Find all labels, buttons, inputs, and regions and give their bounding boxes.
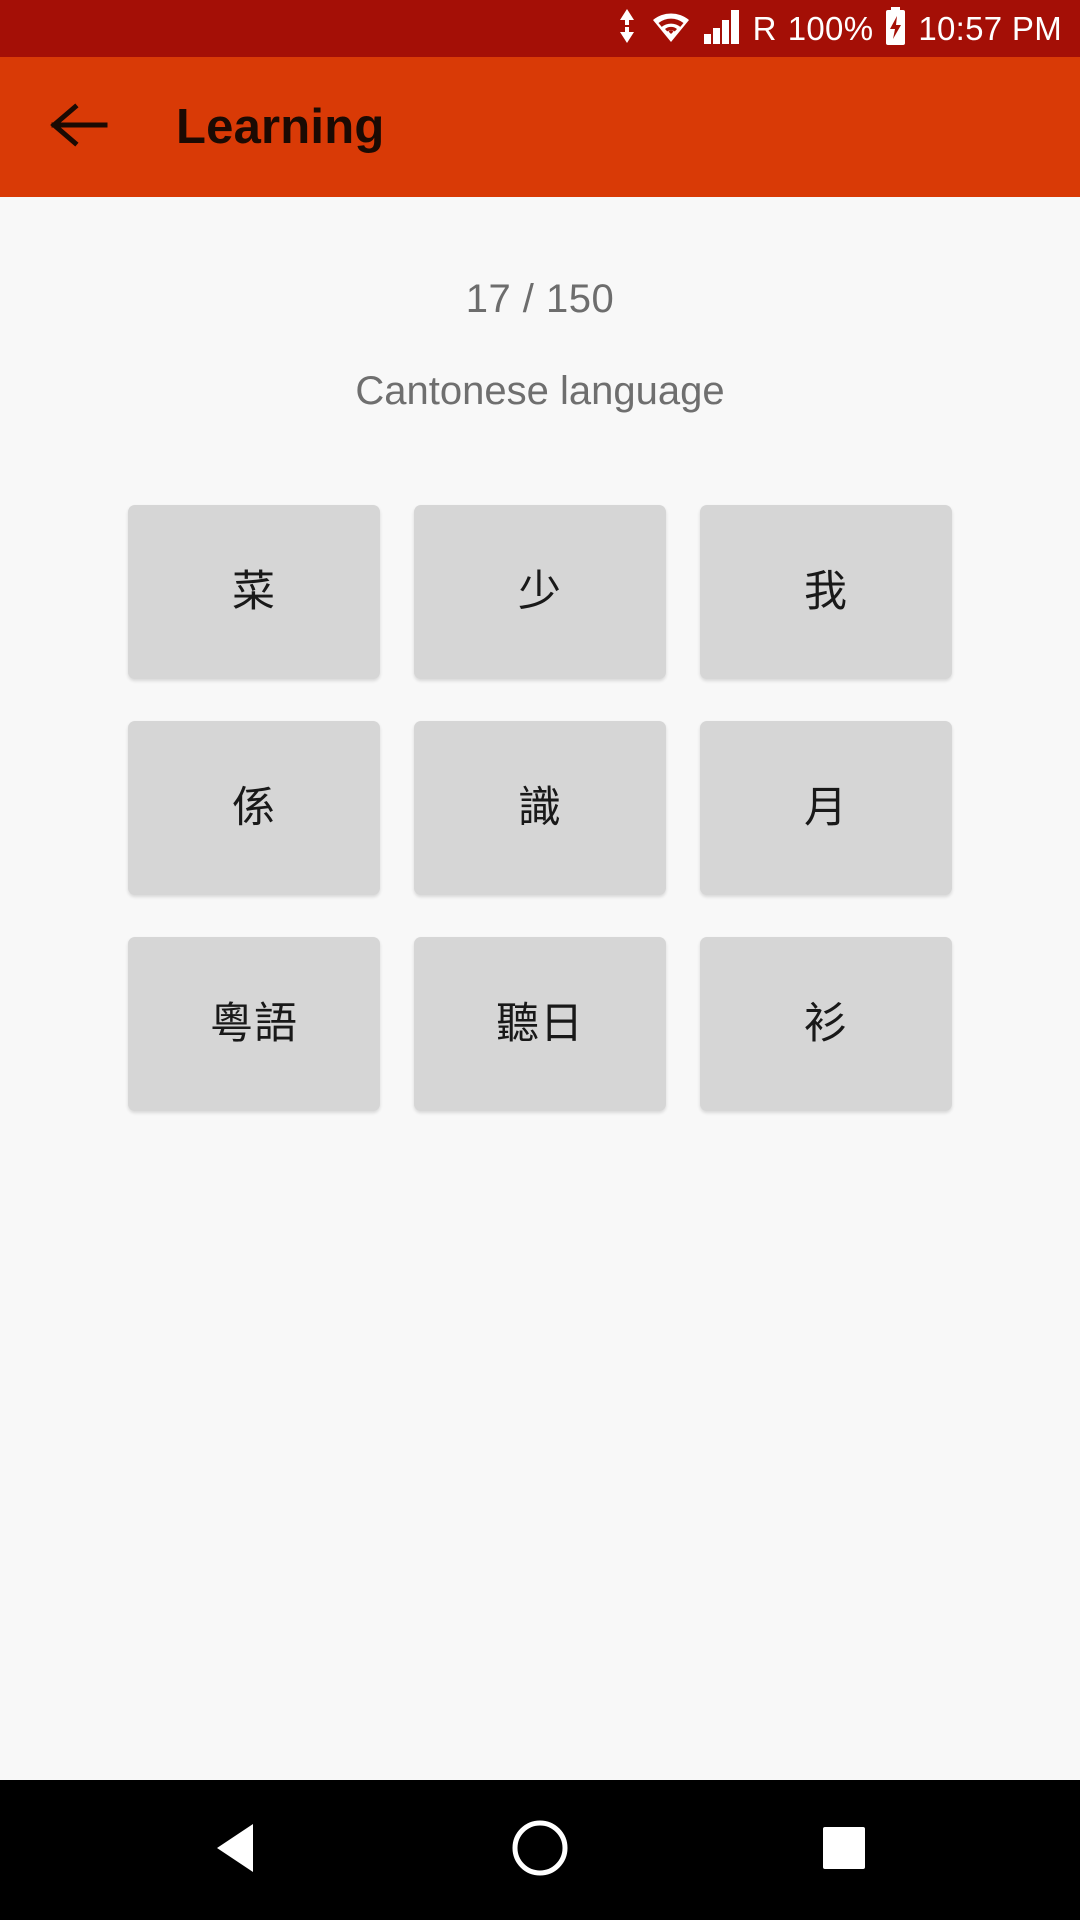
square-recents-icon (820, 1824, 868, 1877)
word-tile-label: 識 (518, 782, 562, 833)
word-tile[interactable]: 粵語 (128, 937, 380, 1111)
word-tile[interactable]: 月 (700, 721, 952, 895)
word-tile-label: 聽日 (496, 998, 584, 1049)
status-clock: 10:57 PM (918, 10, 1062, 47)
word-tile[interactable]: 係 (128, 721, 380, 895)
phone-screen: R 100% 10:57 PM Learning 17 / 150 Canton… (0, 0, 1080, 1920)
nav-recents-button[interactable] (798, 1804, 890, 1896)
data-transfer-arrows-icon (616, 8, 638, 49)
word-tile-label: 衫 (804, 998, 848, 1049)
battery-charging-icon (884, 7, 907, 50)
lesson-content: 17 / 150 Cantonese language 菜 少 我 係 識 月 … (0, 197, 1080, 1780)
status-icon-cluster: R 100% 10:57 PM (616, 7, 1062, 50)
cellular-signal-icon (703, 8, 742, 49)
word-tile-label: 係 (232, 782, 276, 833)
word-tile-label: 月 (804, 782, 848, 833)
word-tile-label: 我 (804, 566, 848, 617)
word-tile[interactable]: 識 (414, 721, 666, 895)
word-tile[interactable]: 聽日 (414, 937, 666, 1111)
circle-home-icon (511, 1819, 569, 1882)
triangle-back-icon (211, 1820, 261, 1881)
word-tile-label: 少 (518, 566, 562, 617)
roaming-indicator: R (752, 10, 777, 47)
nav-home-button[interactable] (494, 1804, 586, 1896)
word-tile[interactable]: 少 (414, 505, 666, 679)
wifi-icon (649, 8, 693, 49)
status-bar: R 100% 10:57 PM (0, 0, 1080, 57)
word-tile-label: 菜 (232, 566, 276, 617)
word-tile-label: 粵語 (210, 998, 298, 1049)
progress-counter: 17 / 150 (465, 277, 615, 321)
page-title: Learning (176, 99, 385, 154)
arrow-left-icon (49, 101, 111, 154)
back-navigation-button[interactable] (44, 91, 116, 163)
lesson-subtitle: Cantonese language (355, 369, 725, 413)
word-tile[interactable]: 菜 (128, 505, 380, 679)
app-bar: Learning (0, 57, 1080, 197)
word-tile[interactable]: 衫 (700, 937, 952, 1111)
nav-back-button[interactable] (190, 1804, 282, 1896)
battery-percent-label: 100% (787, 10, 874, 47)
word-tile-grid: 菜 少 我 係 識 月 粵語 聽日 衫 (0, 505, 1080, 1111)
android-navigation-bar (0, 1780, 1080, 1920)
word-tile[interactable]: 我 (700, 505, 952, 679)
